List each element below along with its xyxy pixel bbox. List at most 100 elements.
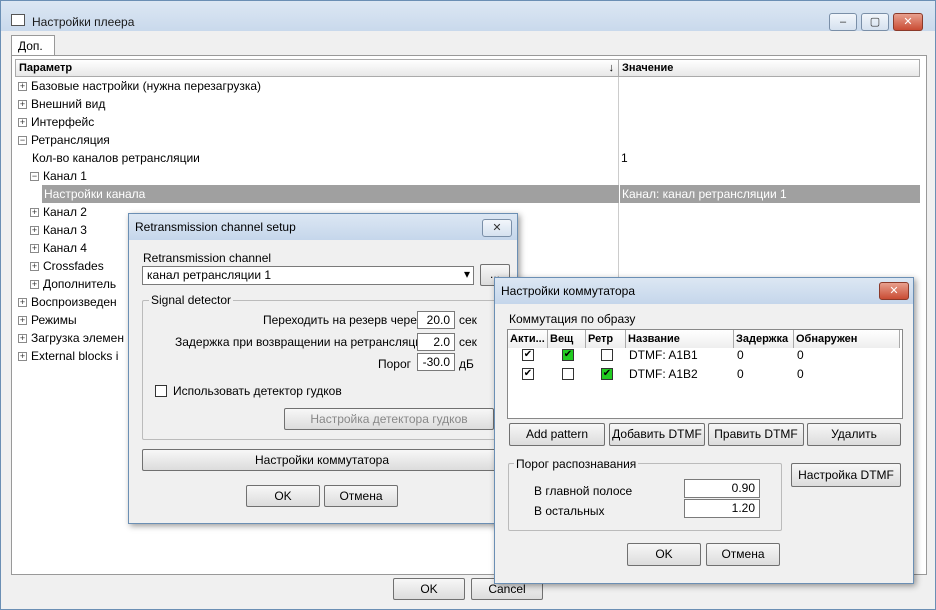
tree-label: Загрузка элемен [31,331,124,345]
commut-ok-button[interactable]: OK [627,543,701,566]
delay-unit: сек [459,335,477,349]
retrans-cancel-button[interactable]: Отмена [324,485,398,507]
row1-delay[interactable]: 0 [737,346,744,364]
main-band-input[interactable]: 0.90 [684,479,760,498]
param-header[interactable]: Параметр ↓ [15,59,619,77]
signal-detector-label: Signal detector [149,293,234,307]
row1-active-checkbox[interactable]: ✔ [522,349,534,361]
tree-label: Канал 1 [43,169,87,183]
value-header[interactable]: Значение [618,59,920,77]
expand-icon[interactable]: + [18,352,27,362]
tree-value[interactable]: 1 [621,149,628,167]
tree-item[interactable]: + Загрузка элемен [18,329,124,347]
main-titlebar: Настройки плеера – ▢ ✕ [1,1,935,31]
row2-delay[interactable]: 0 [737,365,744,383]
delay-input[interactable]: 2.0 [417,333,455,351]
minimize-button[interactable]: – [829,13,857,31]
tree-item[interactable]: Кол-во каналов ретрансляции [32,149,200,167]
others-label: В остальных [534,504,605,518]
tree-label: Настройки канала [44,187,146,201]
tab-dop[interactable]: Доп. [11,35,55,57]
commut-title: Настройки коммутатора [501,284,636,298]
tree-item[interactable]: + Дополнитель [30,275,116,293]
window-title: Настройки плеера [32,15,135,29]
expand-icon[interactable]: + [30,208,39,218]
tree-item[interactable]: + External blocks i [18,347,118,365]
col-active[interactable]: Акти... [508,330,548,348]
tree-item[interactable]: + Воспроизведен [18,293,117,311]
retrans-close-button[interactable]: ✕ [482,219,512,237]
channel-select[interactable]: канал ретрансляции 1 ▾ [142,266,474,285]
tree-label: Базовые настройки (нужна перезагрузка) [31,79,262,93]
expand-icon[interactable]: + [18,334,27,344]
maximize-button[interactable]: ▢ [861,13,889,31]
tree-item[interactable]: + Канал 3 [30,221,87,239]
collapse-icon[interactable]: − [18,136,27,146]
others-input[interactable]: 1.20 [684,499,760,518]
tree-item-selected[interactable]: Настройки канала [42,185,619,203]
row2-broadcast-checkbox[interactable] [562,368,574,380]
expand-icon[interactable]: + [30,280,39,290]
channel-label: Retransmission channel [143,251,272,265]
expand-icon[interactable]: + [30,226,39,236]
close-button[interactable]: ✕ [893,13,923,31]
param-header-label: Параметр [19,62,73,74]
expand-icon[interactable]: + [18,298,27,308]
expand-icon[interactable]: + [18,316,27,326]
tree-label: Канал 2 [43,205,87,219]
retrans-title: Retransmission channel setup [135,220,296,234]
add-dtmf-button[interactable]: Добавить DTMF [609,423,705,446]
selected-value[interactable]: Канал: канал ретрансляции 1 [620,185,920,203]
row1-broadcast-checkbox[interactable]: ✔ [562,349,574,361]
col-broadcast[interactable]: Вещ [548,330,586,348]
tree-item[interactable]: − Ретрансляция [18,131,110,149]
delete-button[interactable]: Удалить [807,423,901,446]
col-found[interactable]: Обнаружен [794,330,900,348]
dtmf-setup-button[interactable]: Настройка DTMF [791,463,901,487]
add-pattern-button[interactable]: Add pattern [509,423,605,446]
tree-item[interactable]: + Интерфейс [18,113,94,131]
retrans-dialog: Retransmission channel setup ✕ Retransmi… [128,213,518,524]
tree-item[interactable]: − Канал 1 [30,167,87,185]
use-beep-checkbox[interactable] [155,385,167,397]
row1-retrans-checkbox[interactable] [601,349,613,361]
beep-settings-button[interactable]: Настройка детектора гудков [284,408,494,430]
tree-label: Режимы [31,313,77,327]
chevron-down-icon[interactable]: ▾ [464,267,470,281]
switch-input[interactable]: 20.0 [417,311,455,329]
row2-active-checkbox[interactable]: ✔ [522,368,534,380]
threshold-input[interactable]: -30.0 [417,353,455,371]
tree-item[interactable]: + Режимы [18,311,77,329]
switch-settings-button[interactable]: Настройки коммутатора [142,449,502,471]
tree-item[interactable]: + Канал 4 [30,239,87,257]
commut-titlebar: Настройки коммутатора [495,278,913,304]
expand-icon[interactable]: + [18,118,27,128]
use-beep-label: Использовать детектор гудков [173,384,342,398]
tree-label: Канал 3 [43,223,87,237]
tree-item[interactable]: + Внешний вид [18,95,105,113]
expand-icon[interactable]: + [18,100,27,110]
row1-found[interactable]: 0 [797,346,804,364]
switch-label: Переходить на резерв через [263,313,423,327]
main-band-label: В главной полосе [534,484,633,498]
row2-found[interactable]: 0 [797,365,804,383]
commut-cancel-button[interactable]: Отмена [706,543,780,566]
tree-item[interactable]: + Канал 2 [30,203,87,221]
expand-icon[interactable]: + [30,244,39,254]
edit-dtmf-button[interactable]: Править DTMF [708,423,804,446]
tree-label: External blocks i [31,349,119,363]
expand-icon[interactable]: + [30,262,39,272]
col-retrans[interactable]: Ретр [586,330,626,348]
expand-icon[interactable]: + [18,82,27,92]
tree-label: Канал 4 [43,241,87,255]
retrans-ok-button[interactable]: OK [246,485,320,507]
tree-item[interactable]: + Crossfades [30,257,104,275]
commut-close-button[interactable]: ✕ [879,282,909,300]
tree-label: Внешний вид [31,97,106,111]
row2-name[interactable]: DTMF: A1B2 [629,365,698,383]
row1-name[interactable]: DTMF: A1B1 [629,346,698,364]
tree-item[interactable]: + Базовые настройки (нужна перезагрузка) [18,77,261,95]
main-ok-button[interactable]: OK [393,578,465,600]
collapse-icon[interactable]: − [30,172,39,182]
row2-retrans-checkbox[interactable]: ✔ [601,368,613,380]
